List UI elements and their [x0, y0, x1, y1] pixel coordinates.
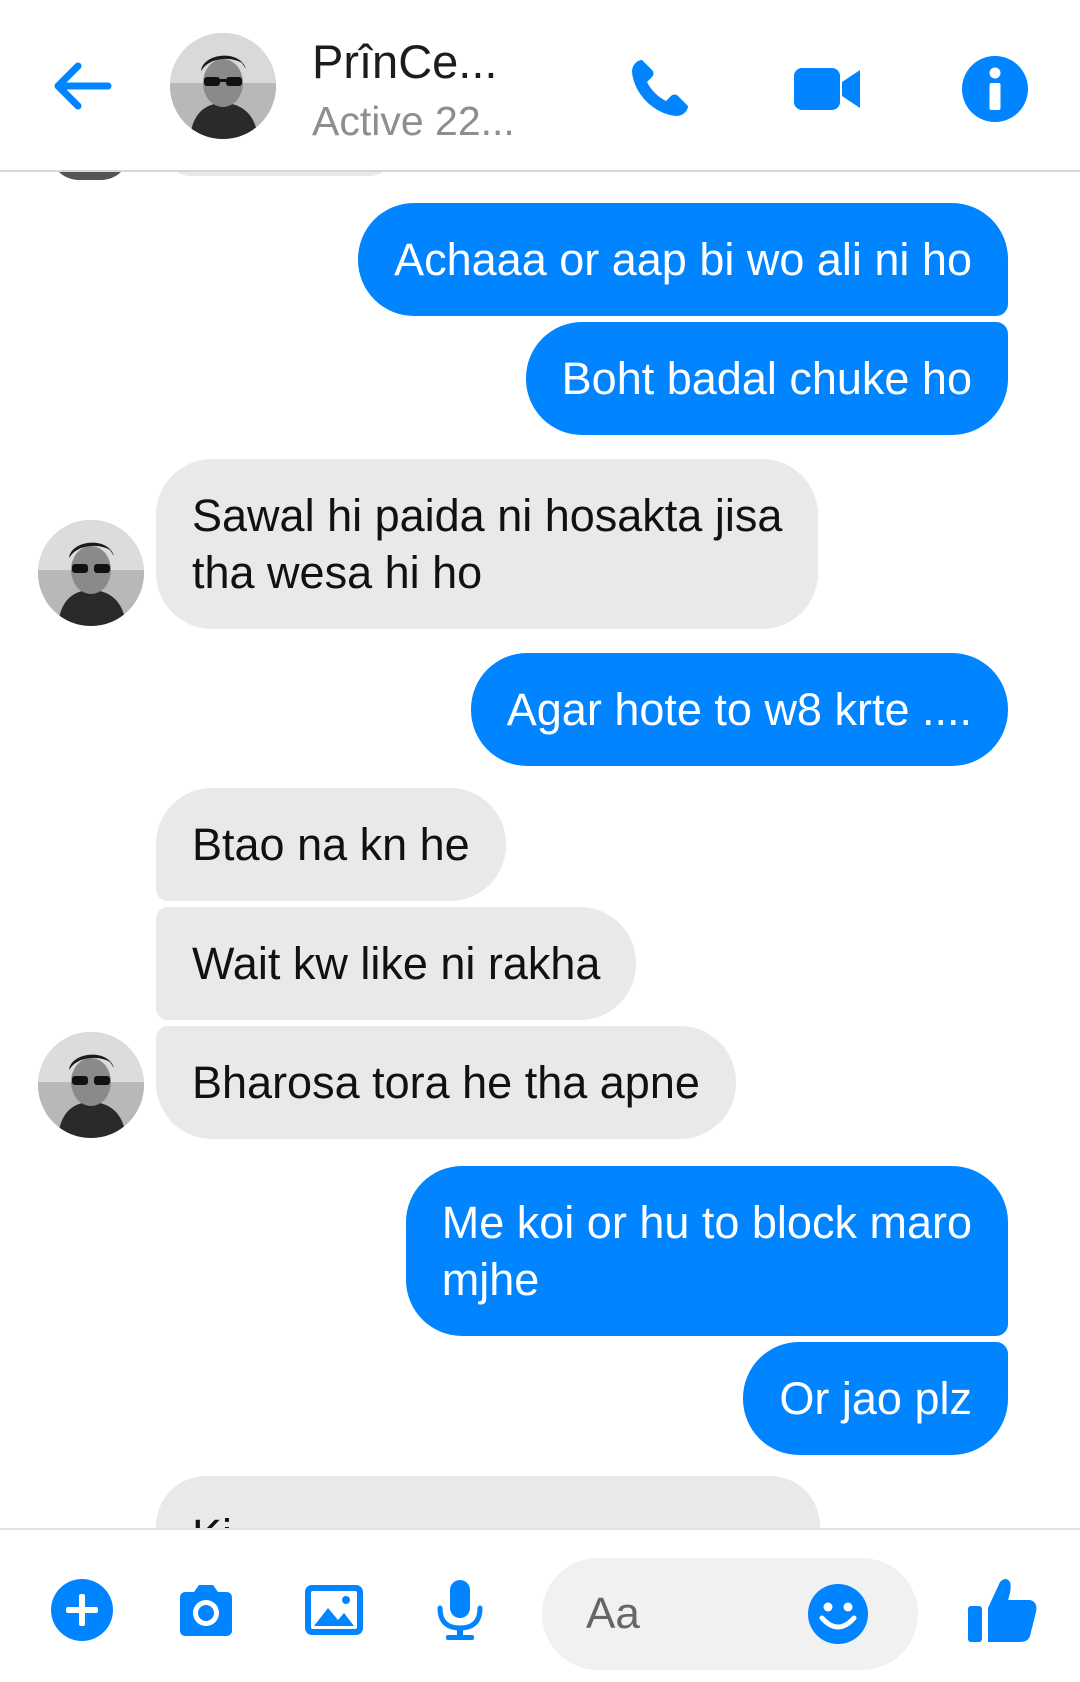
message-line: mjhe	[441, 1254, 540, 1305]
incoming-message[interactable]: Sawal hi paida ni hosakta jisa tha wesa …	[156, 459, 819, 629]
message-bubble-partial	[160, 172, 400, 176]
outgoing-message[interactable]: Agar hote to w8 krte ....	[470, 653, 1008, 766]
message-line: Sawal hi paida ni hosakta jisa	[192, 490, 783, 541]
message-line: Me koi or hu to block maro	[441, 1197, 972, 1248]
contact-avatar[interactable]	[38, 1032, 144, 1138]
image-icon[interactable]	[300, 1576, 368, 1644]
microphone-icon[interactable]	[426, 1576, 494, 1644]
outgoing-message[interactable]: Achaaa or aap bi wo ali ni ho	[358, 203, 1008, 316]
outgoing-message[interactable]: Me koi or hu to block maro mjhe	[405, 1166, 1008, 1336]
active-status: Active 22...	[312, 98, 515, 144]
message-line: tha wesa hi ho	[192, 547, 483, 598]
incoming-message[interactable]: Btao na kn he	[156, 788, 506, 901]
plus-icon[interactable]	[48, 1576, 116, 1644]
contact-avatar[interactable]	[38, 520, 144, 626]
incoming-message-partial[interactable]: Ki...	[156, 1476, 820, 1528]
message-text: Ki...	[192, 1510, 270, 1528]
back-arrow-icon[interactable]	[48, 52, 116, 120]
outgoing-message[interactable]: Boht badal chuke ho	[525, 322, 1008, 435]
contact-name[interactable]: PrînCe...	[312, 34, 497, 89]
avatar	[50, 172, 130, 180]
conversation-header: PrînCe... Active 22...	[0, 0, 1080, 172]
message-composer	[0, 1528, 1080, 1682]
info-icon[interactable]	[960, 54, 1030, 124]
contact-avatar[interactable]	[170, 33, 276, 139]
phone-icon[interactable]	[622, 52, 696, 126]
incoming-message[interactable]: Bharosa tora he tha apne	[156, 1026, 736, 1139]
outgoing-message[interactable]: Or jao plz	[743, 1342, 1008, 1455]
emoji-icon[interactable]	[806, 1582, 870, 1646]
incoming-message[interactable]: Wait kw like ni rakha	[156, 907, 637, 1020]
camera-icon[interactable]	[172, 1576, 240, 1644]
thumbs-up-icon[interactable]	[964, 1572, 1040, 1648]
message-thread[interactable]: Achaaa or aap bi wo ali ni ho Boht badal…	[0, 172, 1080, 1528]
video-camera-icon[interactable]	[790, 52, 864, 126]
